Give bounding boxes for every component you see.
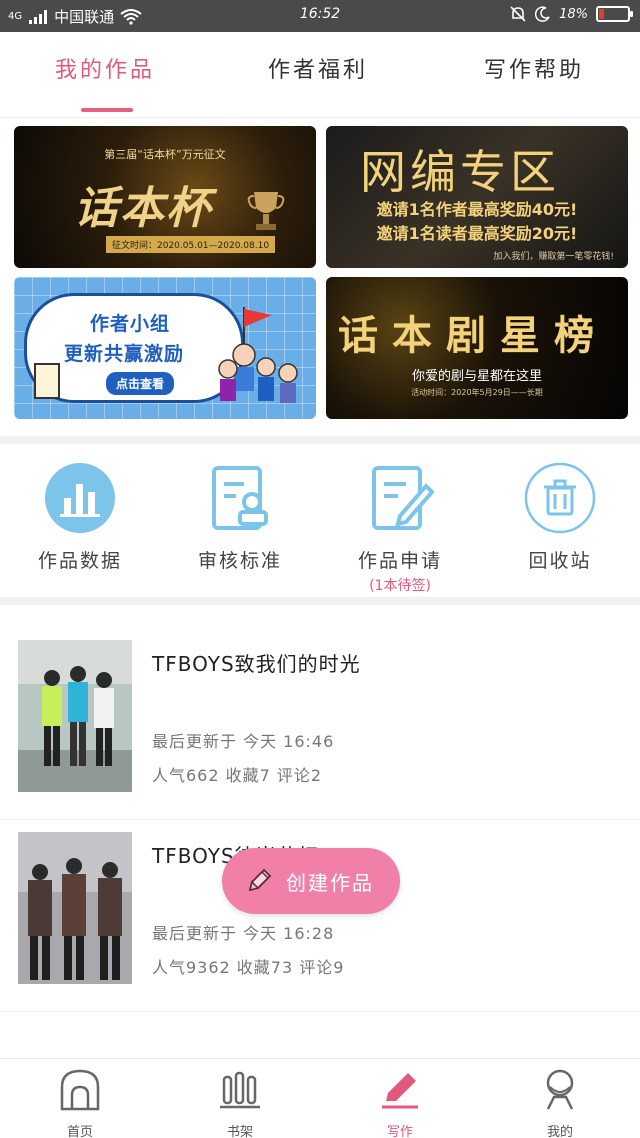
moon-icon bbox=[535, 6, 550, 22]
bar-chart-icon bbox=[44, 462, 116, 534]
review-document-icon bbox=[204, 462, 276, 534]
section-divider bbox=[0, 597, 640, 605]
create-work-button[interactable]: 创建作品 bbox=[222, 848, 400, 914]
action-review-standards[interactable]: 审核标准 bbox=[160, 462, 320, 573]
work-cover-image bbox=[18, 640, 132, 792]
banner-huaben-cup[interactable]: 第三届“话本杯”万元征文 话本杯 征文时间：2020.05.01—2020.08… bbox=[14, 126, 316, 268]
tab-writing-help[interactable]: 写作帮助 bbox=[484, 52, 584, 84]
kids-illustration bbox=[218, 307, 298, 403]
list-item[interactable]: TFBOYS致我们的时光 最后更新于 今天 16:46 人气662 收藏7 评论… bbox=[0, 628, 640, 820]
banner-title: 话本剧星榜 bbox=[338, 312, 608, 359]
nav-write[interactable]: 写作 bbox=[320, 1067, 480, 1138]
work-stats: 人气662 收藏7 评论2 bbox=[152, 766, 323, 785]
nav-label: 书架 bbox=[226, 1125, 253, 1138]
banner-drama-star-list[interactable]: 话本剧星榜 你爱的剧与星都在这里 活动时间：2020年5月29日——长期 bbox=[326, 277, 628, 419]
active-tab-indicator bbox=[81, 108, 133, 112]
banner-line-2: 更新共赢激励 bbox=[64, 343, 185, 365]
action-label: 审核标准 bbox=[197, 550, 282, 572]
banner-title: 话本杯 bbox=[74, 183, 212, 234]
bookshelf-icon bbox=[220, 1071, 260, 1109]
pencil-icon bbox=[248, 868, 272, 892]
tab-author-benefits[interactable]: 作者福利 bbox=[268, 52, 368, 84]
action-label: 回收站 bbox=[528, 550, 592, 572]
profile-icon bbox=[546, 1069, 574, 1110]
battery-percent: 18% bbox=[559, 6, 588, 22]
banner-title: 网编专区 bbox=[360, 145, 560, 199]
banner-line-2: 邀请1名读者最高奖励20元! bbox=[376, 224, 578, 243]
nav-label: 写作 bbox=[386, 1125, 413, 1138]
banner-editor-zone[interactable]: 网编专区 邀请1名作者最高奖励40元! 邀请1名读者最高奖励20元! 加入我们，… bbox=[326, 126, 628, 268]
pen-icon bbox=[382, 1073, 418, 1109]
banner-footer: 加入我们，赚取第一笔零花钱! bbox=[493, 252, 614, 262]
banner-subtitle: 第三届“话本杯”万元征文 bbox=[104, 148, 226, 161]
create-work-label: 创建作品 bbox=[286, 870, 374, 895]
work-updated: 最后更新于 今天 16:46 bbox=[152, 732, 335, 751]
tab-my-works[interactable]: 我的作品 bbox=[55, 52, 155, 84]
work-stats: 人气9362 收藏73 评论9 bbox=[152, 958, 345, 977]
banner-subtitle: 你爱的剧与星都在这里 bbox=[411, 369, 542, 384]
trophy-icon bbox=[247, 192, 285, 230]
section-divider bbox=[0, 436, 640, 444]
battery-icon bbox=[596, 6, 633, 22]
action-work-data[interactable]: 作品数据 bbox=[0, 462, 160, 573]
action-label: 作品数据 bbox=[37, 550, 122, 572]
action-work-application[interactable]: 作品申请 (1本待签) bbox=[320, 462, 480, 595]
banner-line-1: 作者小组 bbox=[90, 313, 171, 335]
top-tabs: 我的作品 作者福利 写作帮助 bbox=[0, 32, 640, 118]
nav-profile[interactable]: 我的 bbox=[480, 1067, 640, 1138]
pending-sign-note: (1本待签) bbox=[369, 578, 431, 594]
work-title: TFBOYS致我们的时光 bbox=[152, 652, 361, 676]
clipboard-icon bbox=[34, 363, 60, 399]
work-cover-image bbox=[18, 832, 132, 984]
work-updated: 最后更新于 今天 16:28 bbox=[152, 924, 335, 943]
home-icon bbox=[60, 1069, 100, 1111]
nav-label: 我的 bbox=[546, 1125, 573, 1138]
status-right: 18% bbox=[509, 5, 633, 23]
mute-bell-icon bbox=[510, 6, 526, 22]
nav-label: 首页 bbox=[66, 1125, 93, 1138]
status-bar: 4G 中国联通 16:52 18% bbox=[0, 0, 640, 32]
trash-icon bbox=[524, 462, 596, 534]
bottom-nav: 首页 书架 写作 我的 bbox=[0, 1058, 640, 1138]
banner-footer: 活动时间：2020年5月29日——长期 bbox=[411, 388, 543, 397]
action-recycle-bin[interactable]: 回收站 bbox=[480, 462, 640, 573]
nav-home[interactable]: 首页 bbox=[0, 1067, 160, 1138]
banner-view-button[interactable]: 点击查看 bbox=[106, 372, 175, 395]
banner-author-group[interactable]: 作者小组 更新共赢激励 点击查看 bbox=[14, 277, 316, 419]
banner-date: 征文时间：2020.05.01—2020.08.10 bbox=[106, 236, 276, 253]
banner-line-1: 邀请1名作者最高奖励40元! bbox=[376, 200, 578, 219]
nav-bookshelf[interactable]: 书架 bbox=[160, 1067, 320, 1138]
action-label: 作品申请 bbox=[357, 550, 442, 572]
edit-document-icon bbox=[364, 462, 436, 534]
